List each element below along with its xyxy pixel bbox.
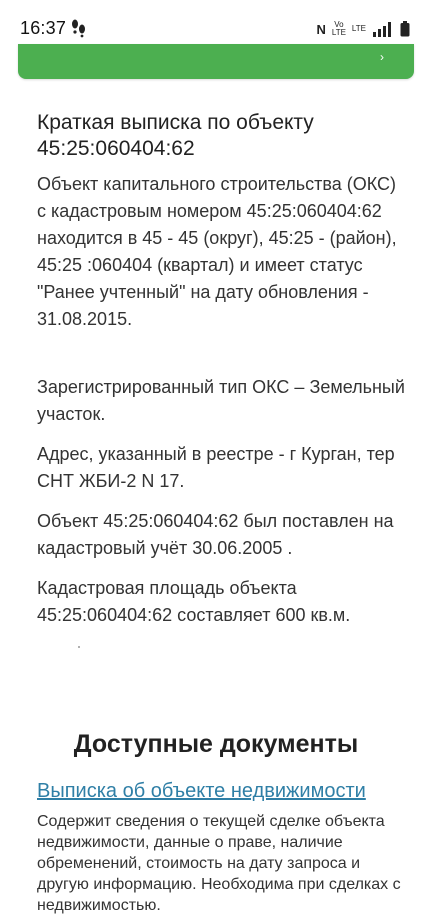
signal-icon (373, 22, 391, 37)
summary-paragraph-status: Объект капитального строительства (ОКС) … (37, 174, 397, 329)
summary-paragraph-type: Зарегистрированный тип ОКС – Земельный у… (37, 377, 405, 424)
summary-block: Краткая выписка по объекту 45:25:060404:… (37, 110, 407, 162)
document-link-extract[interactable]: Выписка об объекте недвижимости (37, 780, 366, 803)
status-icons: N Vo LTE LTE (316, 20, 410, 38)
summary-paragraph-registration: Объект 45:25:060404:62 был поставлен на … (37, 511, 394, 558)
battery-icon (400, 21, 410, 37)
summary-paragraph-area: Кадастровая площадь объекта 45:25:060404… (37, 578, 351, 625)
document-description: Содержит сведения о текущей сделке объек… (37, 813, 401, 914)
volte-icon: Vo LTE (331, 20, 346, 37)
documents-section-title: Доступные документы (73, 730, 359, 758)
lte-label: LTE (351, 24, 366, 33)
steps-icon (72, 19, 85, 38)
summary-paragraph-address: Адрес, указанный в реестре - г Курган, т… (37, 444, 395, 491)
green-action-button[interactable]: › (18, 44, 414, 79)
summary-title: Краткая выписка по объекту 45:25:060404:… (37, 111, 314, 160)
nfc-icon: N (316, 21, 326, 37)
status-time: 16:37 (20, 18, 67, 38)
chevron-icon: › (380, 50, 384, 64)
divider-dot (78, 646, 80, 648)
